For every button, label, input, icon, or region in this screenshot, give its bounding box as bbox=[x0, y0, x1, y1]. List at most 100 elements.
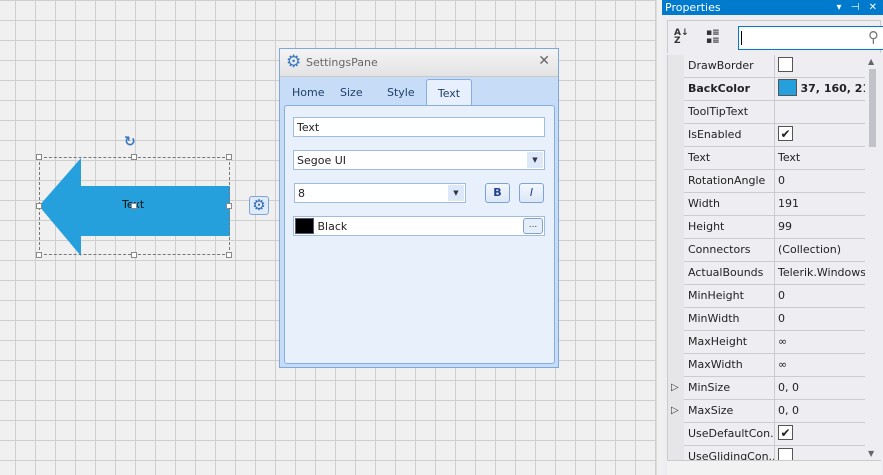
property-row[interactable]: MinWidth 0 bbox=[668, 308, 866, 331]
panel-window-buttons[interactable]: ▾ ⊣ ✕ bbox=[837, 0, 880, 15]
property-name: RotationAngle bbox=[684, 170, 775, 193]
font-color-picker[interactable]: Black ... bbox=[293, 216, 545, 236]
property-checkbox[interactable] bbox=[778, 448, 793, 460]
property-checkbox[interactable]: ✔ bbox=[778, 425, 793, 440]
property-value-cell[interactable]: (Collection) bbox=[775, 239, 866, 262]
property-value[interactable]: 0 bbox=[778, 174, 785, 187]
property-value-cell[interactable] bbox=[775, 446, 866, 460]
property-value[interactable]: Telerik.Windows. bbox=[778, 266, 866, 279]
property-value-cell[interactable]: 0 bbox=[775, 308, 866, 331]
tab-size[interactable]: Size bbox=[340, 86, 363, 99]
property-row[interactable]: Connectors (Collection) bbox=[668, 239, 866, 262]
property-row[interactable]: Height 99 bbox=[668, 216, 866, 239]
property-row[interactable]: ToolTipText bbox=[668, 101, 866, 124]
resize-handle-ne[interactable] bbox=[226, 154, 232, 160]
property-row[interactable]: MaxHeight ∞ bbox=[668, 331, 866, 354]
property-checkbox[interactable]: ✔ bbox=[778, 126, 793, 141]
property-row[interactable]: BackColor 37, 160, 21 bbox=[668, 78, 866, 101]
property-row[interactable]: MaxWidth ∞ bbox=[668, 354, 866, 377]
property-name: MinHeight bbox=[684, 285, 775, 308]
property-grid-scrollbar[interactable]: ▲ ▼ bbox=[865, 55, 881, 460]
property-value[interactable]: 0, 0 bbox=[778, 404, 799, 417]
property-row[interactable]: ActualBounds Telerik.Windows. bbox=[668, 262, 866, 285]
tab-text[interactable]: Text bbox=[426, 79, 472, 106]
property-value-cell[interactable]: 0, 0 bbox=[775, 400, 866, 423]
property-row[interactable]: RotationAngle 0 bbox=[668, 170, 866, 193]
properties-panel: Properties ▾ ⊣ ✕ A↓ Z ▪≡ ▪≡ ⚲ UseGlidingCo… bbox=[662, 0, 883, 475]
property-value-cell[interactable]: ∞ bbox=[775, 331, 866, 354]
resize-handle-e[interactable] bbox=[226, 203, 232, 209]
property-value-cell[interactable] bbox=[775, 55, 866, 78]
text-input[interactable]: Text bbox=[293, 117, 545, 137]
property-value-cell[interactable]: 0 bbox=[775, 170, 866, 193]
property-value-cell[interactable]: 0 bbox=[775, 285, 866, 308]
scrollbar-thumb[interactable] bbox=[869, 69, 876, 147]
property-value[interactable]: ∞ bbox=[778, 335, 787, 348]
property-row[interactable]: MinHeight 0 bbox=[668, 285, 866, 308]
resize-handle-se[interactable] bbox=[226, 252, 232, 258]
resize-handle-n[interactable] bbox=[131, 154, 137, 160]
bold-button[interactable]: B bbox=[485, 183, 510, 203]
chevron-down-icon[interactable]: ▼ bbox=[448, 185, 464, 201]
property-checkbox[interactable] bbox=[778, 57, 793, 72]
property-value[interactable]: ∞ bbox=[778, 358, 787, 371]
property-row[interactable]: UseDefaultCon... ✔ bbox=[668, 423, 866, 446]
property-value-cell[interactable]: Text bbox=[775, 147, 866, 170]
property-row[interactable]: IsEnabled ✔ bbox=[668, 124, 866, 147]
property-value-cell[interactable]: 191 bbox=[775, 193, 866, 216]
chevron-down-icon[interactable]: ▼ bbox=[527, 152, 543, 168]
property-value-cell[interactable]: ✔ bbox=[775, 124, 866, 147]
resize-handle-nw[interactable] bbox=[36, 154, 42, 160]
property-value[interactable]: Text bbox=[778, 151, 800, 164]
scroll-down-icon[interactable]: ▼ bbox=[868, 449, 874, 458]
expand-arrow-icon[interactable]: ▷ bbox=[671, 405, 679, 416]
property-row[interactable]: ▷ MaxSize 0, 0 bbox=[668, 400, 866, 423]
more-colors-button[interactable]: ... bbox=[523, 218, 543, 234]
italic-button[interactable]: I bbox=[519, 183, 544, 203]
property-value-cell[interactable]: ∞ bbox=[775, 354, 866, 377]
tab-style[interactable]: Style bbox=[387, 86, 415, 99]
property-row[interactable]: Width 191 bbox=[668, 193, 866, 216]
expand-arrow-icon[interactable]: ▷ bbox=[671, 382, 679, 393]
property-value-cell[interactable]: 0, 0 bbox=[775, 377, 866, 400]
property-value-cell[interactable] bbox=[775, 101, 866, 124]
property-value-cell[interactable]: 37, 160, 21 bbox=[775, 78, 866, 101]
resize-handle-sw[interactable] bbox=[36, 252, 42, 258]
tab-home[interactable]: Home bbox=[292, 86, 324, 99]
property-value-cell[interactable]: Telerik.Windows. bbox=[775, 262, 866, 285]
font-size-select[interactable]: 8 ▼ bbox=[294, 183, 466, 203]
property-row[interactable]: Text Text bbox=[668, 147, 866, 170]
rotate-handle-icon[interactable]: ↻ bbox=[124, 134, 136, 150]
categorized-icon[interactable]: ▪≡ ▪≡ bbox=[706, 29, 720, 46]
property-name-text: Height bbox=[688, 220, 725, 233]
resize-handle-center[interactable] bbox=[131, 203, 137, 209]
settings-gear-button[interactable]: ⚙ bbox=[249, 196, 269, 215]
property-row[interactable]: DrawBorder bbox=[668, 55, 866, 78]
settings-pane-titlebar[interactable]: ⚙ SettingsPane ✕ bbox=[280, 49, 558, 77]
property-value[interactable]: 0 bbox=[778, 312, 785, 325]
row-gutter bbox=[668, 147, 684, 170]
resize-handle-w[interactable] bbox=[36, 203, 42, 209]
property-value[interactable]: (Collection) bbox=[778, 243, 841, 256]
font-family-select[interactable]: Segoe UI ▼ bbox=[293, 150, 545, 170]
property-value[interactable]: 99 bbox=[778, 220, 792, 233]
scroll-up-icon[interactable]: ▲ bbox=[868, 57, 874, 66]
color-swatch[interactable] bbox=[778, 79, 797, 96]
property-search-input[interactable]: ⚲ bbox=[738, 26, 883, 50]
property-row[interactable]: UseGlidingCon... bbox=[668, 446, 866, 460]
row-gutter bbox=[668, 193, 684, 216]
property-name: MaxSize bbox=[684, 400, 775, 423]
diagram-canvas[interactable]: ↻ Text ⚙ ⚙ SettingsPane ✕ Home Size Styl… bbox=[0, 0, 656, 475]
close-icon[interactable]: ✕ bbox=[538, 53, 550, 69]
property-value[interactable]: 191 bbox=[778, 197, 799, 210]
resize-handle-s[interactable] bbox=[131, 252, 137, 258]
property-grid: UseGlidingCon... UseDefaultCon... ✔ ▷ Max… bbox=[667, 55, 881, 460]
property-value-cell[interactable]: ✔ bbox=[775, 423, 866, 446]
text-caret bbox=[741, 31, 742, 45]
property-value-cell[interactable]: 99 bbox=[775, 216, 866, 239]
property-value[interactable]: 0, 0 bbox=[778, 381, 799, 394]
property-row[interactable]: ▷ MinSize 0, 0 bbox=[668, 377, 866, 400]
sort-alphabetical-icon[interactable]: A↓ Z bbox=[674, 29, 689, 46]
row-gutter bbox=[668, 354, 684, 377]
property-value[interactable]: 0 bbox=[778, 289, 785, 302]
